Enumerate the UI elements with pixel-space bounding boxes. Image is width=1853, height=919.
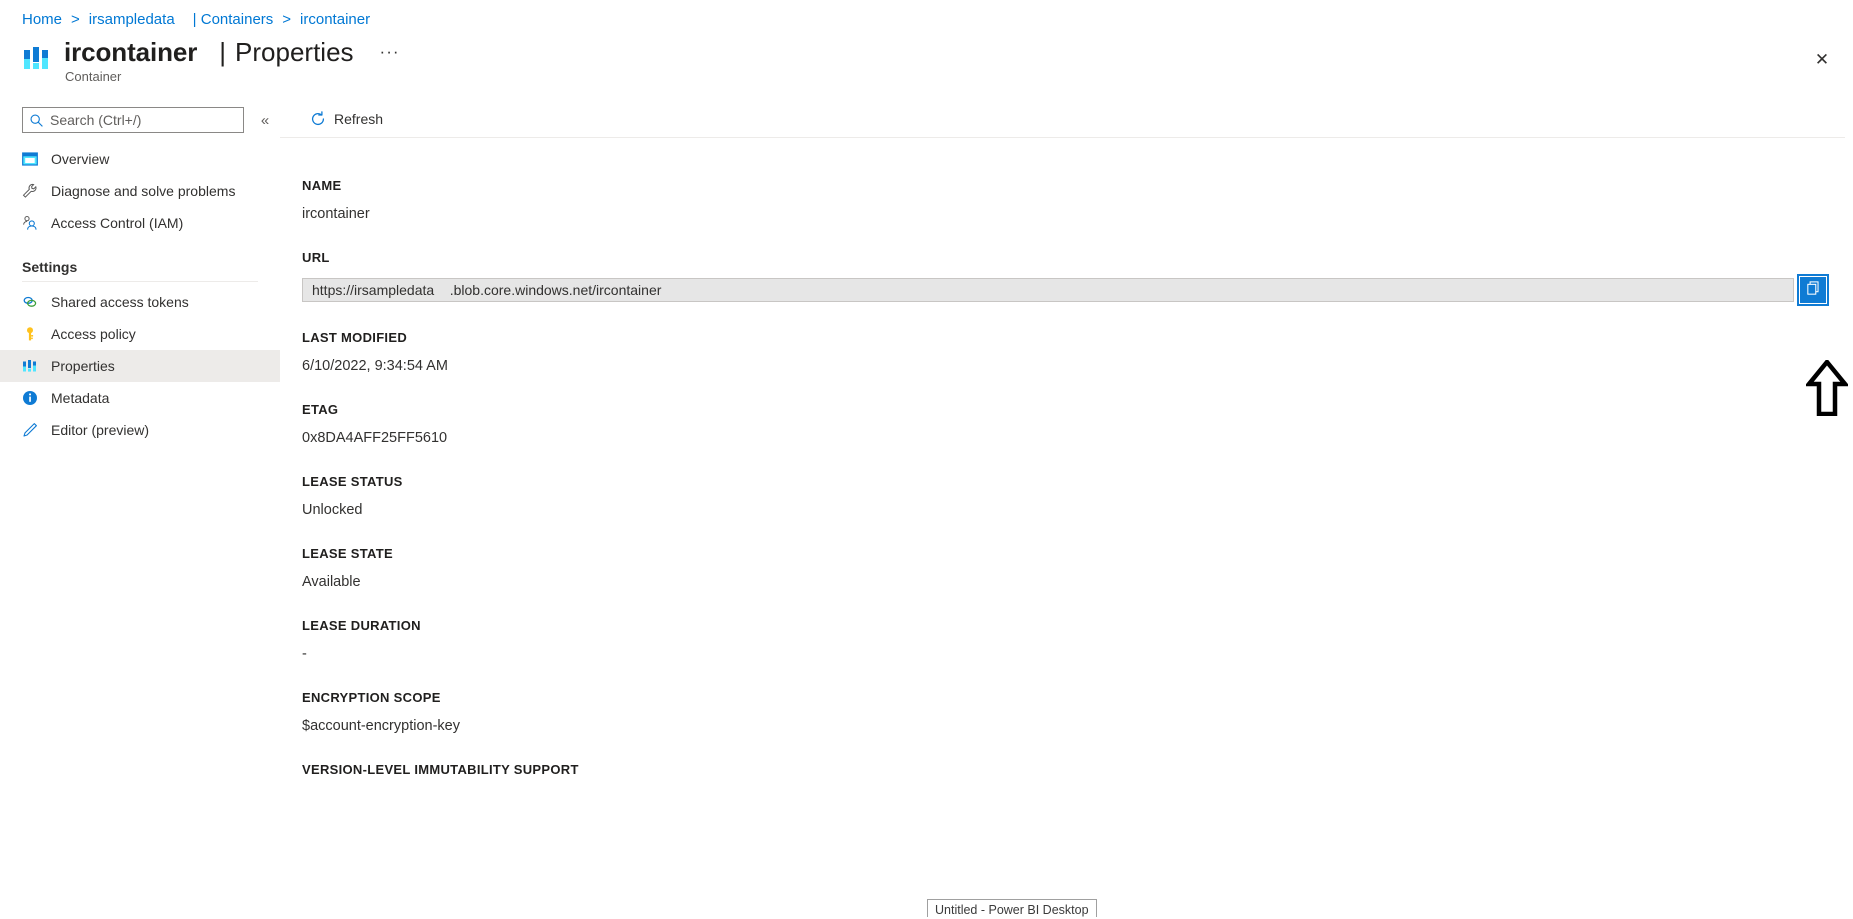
key-icon <box>22 326 38 342</box>
page-title-line: ircontainer | Properties ··· <box>64 36 400 68</box>
chevron-double-left-icon: « <box>260 111 270 129</box>
sidebar-item-editor-preview[interactable]: Editor (preview) <box>0 414 280 446</box>
sidebar-item-label: Overview <box>51 151 110 167</box>
refresh-label: Refresh <box>334 110 384 127</box>
page-title-group: ircontainer | Properties ··· Container <box>64 36 400 84</box>
container-icon <box>22 44 52 74</box>
property-value: $account-encryption-key <box>302 718 460 734</box>
property-label: LAST MODIFIED <box>302 330 408 345</box>
property-label: NAME <box>302 178 342 193</box>
sidebar-item-label: Shared access tokens <box>51 294 189 310</box>
sidebar-item-metadata[interactable]: Metadata <box>0 382 280 414</box>
sidebar-item-shared-access-tokens[interactable]: Shared access tokens <box>0 286 280 318</box>
property-version-level-immutability-support: VERSION-LEVEL IMMUTABILITY SUPPORT <box>302 762 1853 777</box>
copy-icon <box>1805 280 1822 300</box>
property-last-modified: LAST MODIFIED 6/10/2022, 9:34:54 AM <box>302 330 1853 375</box>
property-value: ircontainer <box>302 206 370 222</box>
page-subtitle-section: Properties <box>235 37 354 67</box>
refresh-icon <box>310 110 326 127</box>
azure-portal-blade: Home > irsampledata | Containers > ircon… <box>0 0 1853 919</box>
property-lease-duration: LEASE DURATION - <box>302 618 1853 663</box>
property-encryption-scope: ENCRYPTION SCOPE $account-encryption-key <box>302 690 1853 735</box>
property-value: 0x8DA4AFF25FF5610 <box>302 430 448 446</box>
more-options-button[interactable]: ··· <box>380 36 400 68</box>
breadcrumb-item-storage-account[interactable]: irsampledata <box>89 10 175 30</box>
sidebar-group-divider <box>22 281 258 282</box>
sidebar-item-overview[interactable]: Overview <box>0 143 280 175</box>
sidebar-item-diagnose-and-solve-problems[interactable]: Diagnose and solve problems <box>0 175 280 207</box>
copy-to-clipboard-button[interactable] <box>1797 274 1829 306</box>
blade-sidebar: « Overview Diagnos <box>0 100 280 919</box>
sidebar-item-label: Properties <box>51 358 115 374</box>
sidebar-nav: Overview Diagnose and solve problems Acc… <box>0 143 280 446</box>
search-box[interactable] <box>22 107 244 133</box>
property-label: LEASE DURATION <box>302 618 421 633</box>
overview-icon <box>22 151 38 167</box>
page-header: ircontainer | Properties ··· Container <box>22 36 400 88</box>
property-value: 6/10/2022, 9:34:54 AM <box>302 358 448 374</box>
info-icon <box>22 390 38 406</box>
sidebar-item-label: Access Control (IAM) <box>51 215 184 231</box>
sidebar-item-label: Editor (preview) <box>51 422 150 438</box>
url-input[interactable] <box>302 278 1794 302</box>
sidebar-item-label: Metadata <box>51 390 110 406</box>
property-label: LEASE STATE <box>302 546 393 561</box>
breadcrumb-item-containers[interactable]: | Containers <box>193 10 274 30</box>
property-label: URL <box>302 250 330 265</box>
title-divider: | <box>219 37 227 67</box>
breadcrumb-item-container[interactable]: ircontainer <box>300 10 370 30</box>
breadcrumb-separator-2: > <box>282 11 292 28</box>
blade-content: Refresh NAME ircontainer URL https://irs… <box>280 100 1853 919</box>
search-icon <box>29 113 44 128</box>
property-label: VERSION-LEVEL IMMUTABILITY SUPPORT <box>302 762 579 777</box>
breadcrumb: Home > irsampledata | Containers > ircon… <box>22 10 370 30</box>
property-lease-state: LEASE STATE Available <box>302 546 1853 591</box>
sidebar-group-title-settings: Settings <box>22 259 78 275</box>
sidebar-item-label: Diagnose and solve problems <box>51 183 236 199</box>
collapse-sidebar-button[interactable]: « <box>253 108 277 132</box>
people-icon <box>22 215 38 231</box>
sidebar-item-access-control-iam[interactable]: Access Control (IAM) <box>0 207 280 239</box>
property-lease-status: LEASE STATUS Unlocked <box>302 474 1853 519</box>
sidebar-item-label: Access policy <box>51 326 136 342</box>
refresh-button[interactable]: Refresh <box>302 104 391 134</box>
sidebar-item-access-policy[interactable]: Access policy <box>0 318 280 350</box>
sidebar-item-properties[interactable]: Properties <box>0 350 280 382</box>
properties-list: NAME ircontainer URL https://irsampledat… <box>280 138 1853 777</box>
pencil-icon <box>22 422 38 438</box>
property-url: URL <box>302 250 1853 306</box>
close-blade-button[interactable]: ✕ <box>1801 42 1843 76</box>
property-value: - <box>302 646 307 662</box>
property-label: LEASE STATUS <box>302 474 403 489</box>
property-etag: ETAG 0x8DA4AFF25FF5610 <box>302 402 1853 447</box>
property-value: Available <box>302 574 361 590</box>
property-label: ENCRYPTION SCOPE <box>302 690 441 705</box>
page-title: ircontainer <box>64 37 198 67</box>
breadcrumb-separator: > <box>71 11 80 28</box>
search-input[interactable] <box>50 112 237 128</box>
property-name: NAME ircontainer <box>302 178 1853 223</box>
container-icon <box>22 358 38 374</box>
breadcrumb-item-home[interactable]: Home <box>22 10 62 30</box>
link-rings-icon <box>22 294 38 310</box>
property-value: Unlocked <box>302 502 363 518</box>
url-field-row <box>302 274 1829 306</box>
property-label: ETAG <box>302 402 339 417</box>
taskbar-window-tooltip: Untitled - Power BI Desktop <box>927 899 1097 919</box>
command-bar: Refresh <box>280 100 1845 138</box>
wrench-icon <box>22 183 38 199</box>
close-icon: ✕ <box>1814 49 1830 69</box>
resource-type-label: Container <box>65 69 122 84</box>
